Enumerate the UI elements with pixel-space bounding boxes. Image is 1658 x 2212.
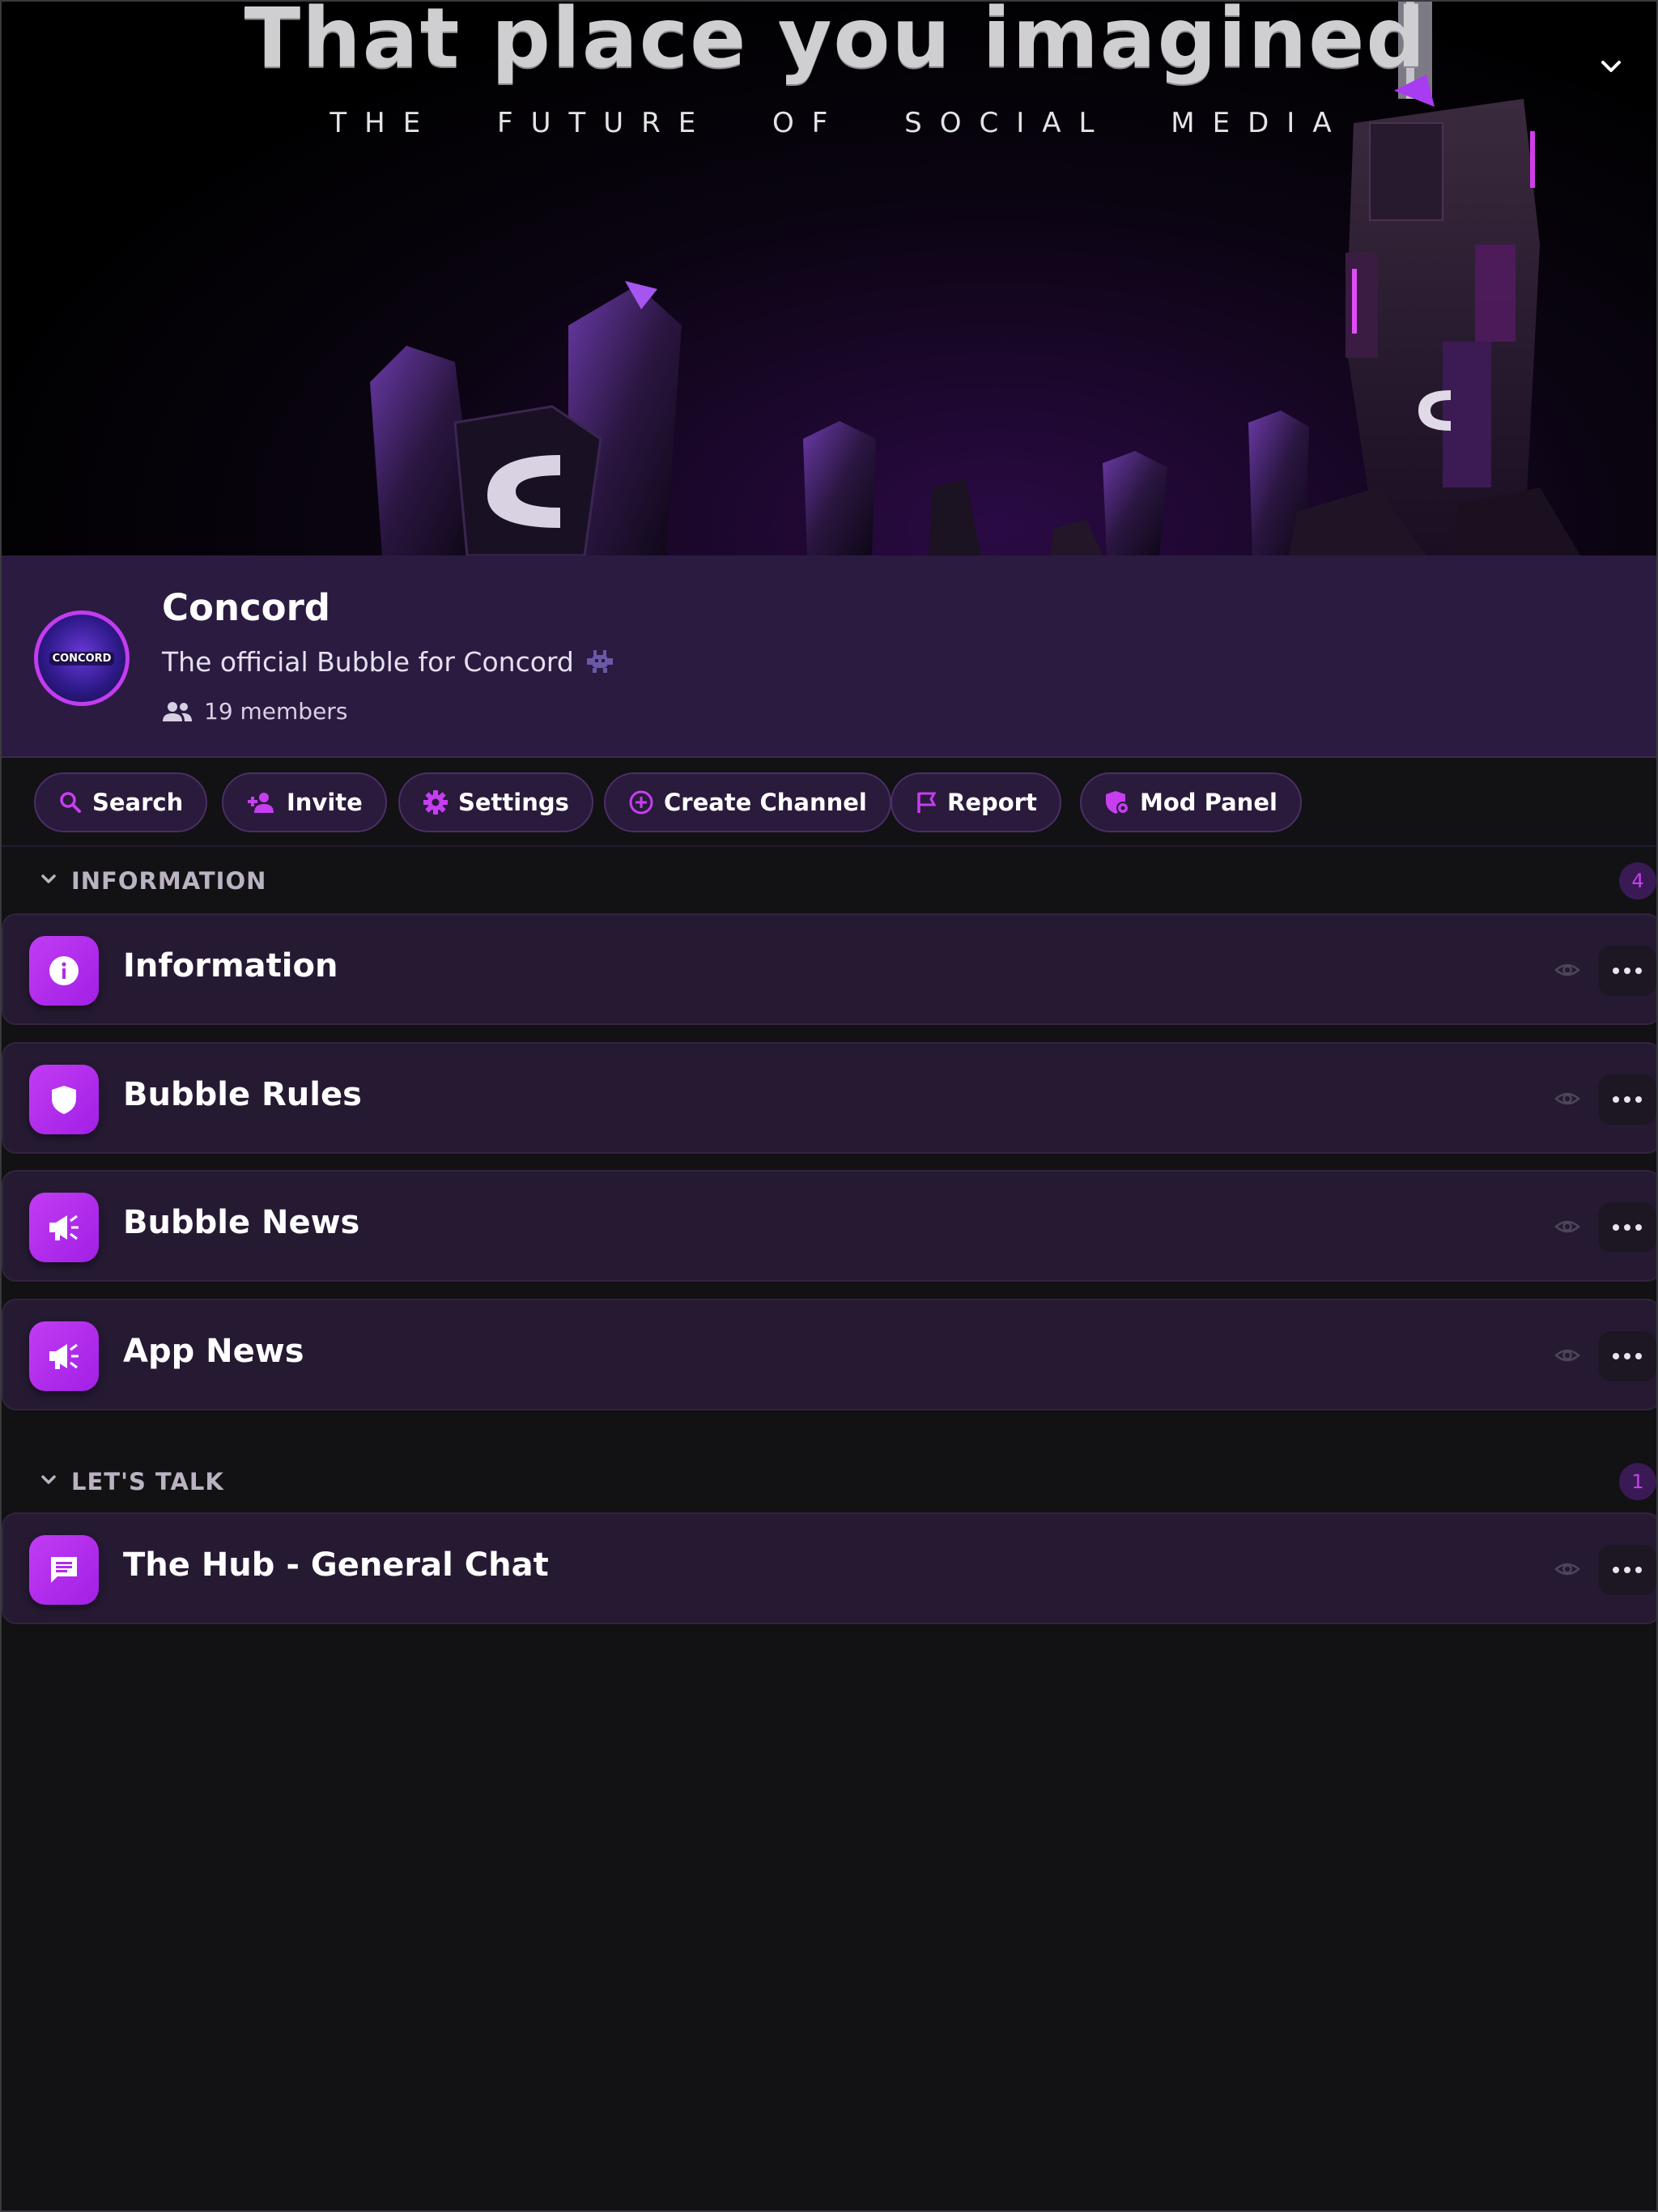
section-title: LET'S TALK [71,1468,224,1495]
more-dot [1635,968,1642,974]
more-options-button[interactable] [1598,1074,1656,1125]
mod-panel-button[interactable]: Mod Panel [1080,772,1302,832]
more-dot [1624,1353,1630,1359]
eye-icon[interactable] [1554,1559,1580,1579]
banner-title: That place you imagined [244,2,1427,87]
bubble-description-row: The official Bubble for Concord [162,646,614,678]
section-header-information[interactable]: INFORMATION 4 [2,857,1656,905]
more-options-button[interactable] [1598,1331,1656,1381]
channel-icon [29,1321,99,1391]
search-button-label: Search [92,789,184,816]
banner-subtitle: THE FUTURE OF SOCIAL MEDIA [329,107,1350,139]
bubble-description: The official Bubble for Concord [162,646,574,678]
settings-button-label: Settings [458,789,569,816]
bubble-header: CONCORD Concord The official Bubble for … [2,555,1656,758]
more-dot [1613,1096,1619,1103]
channel-icon [29,1193,99,1262]
bubble-avatar[interactable]: CONCORD [34,610,130,706]
chevron-down-icon [1601,61,1621,72]
gear-icon [423,790,448,815]
megaphone-icon [49,1214,79,1240]
banner: That place you imagined THE FUTURE OF SO… [2,2,1656,555]
alien-icon [586,649,613,673]
eye-icon[interactable] [1554,1217,1580,1236]
eye-icon[interactable] [1554,960,1580,980]
bubble-page: That place you imagined THE FUTURE OF SO… [0,0,1658,2212]
settings-button[interactable]: Settings [398,772,593,832]
more-dot [1635,1096,1642,1103]
channel-information[interactable]: Information [2,913,1656,1025]
mod-panel-button-label: Mod Panel [1140,789,1278,816]
channel-app-news[interactable]: App News [2,1299,1656,1410]
bubble-name: Concord [162,586,330,629]
megaphone-icon [49,1343,79,1369]
create-channel-button-label: Create Channel [664,789,867,816]
invite-button-label: Invite [287,789,363,816]
channel-bubble-rules[interactable]: Bubble Rules [2,1042,1656,1154]
more-dot [1624,968,1630,974]
avatar-label: CONCORD [49,651,115,666]
report-button[interactable]: Report [891,772,1061,832]
chat-icon [51,1557,77,1583]
search-icon [60,792,81,813]
plus-circle-icon [629,790,653,815]
invite-button[interactable]: Invite [222,772,387,832]
channel-name: Bubble News [123,1204,360,1241]
more-dot [1613,1353,1619,1359]
more-dot [1635,1567,1642,1573]
more-options-button[interactable] [1598,1202,1656,1253]
section-title: INFORMATION [71,867,267,895]
channel-name: Information [123,947,338,985]
channel-name: Bubble Rules [123,1076,362,1113]
more-dot [1624,1096,1630,1103]
collapse-banner-button[interactable] [1592,50,1630,83]
shield-icon [52,1086,76,1114]
add-user-icon [248,793,274,813]
more-dot [1635,1224,1642,1231]
more-options-button[interactable] [1598,946,1656,996]
more-dot [1635,1353,1642,1359]
channel-icon [29,936,99,1006]
section-header-lets-talk[interactable]: LET'S TALK 1 [2,1457,1656,1506]
search-button[interactable]: Search [34,772,208,832]
more-options-button[interactable] [1598,1545,1656,1595]
action-bar: Search Invite Settings Create Channel Re… [2,758,1656,847]
more-dot [1613,968,1619,974]
chevron-down-icon [41,874,56,883]
members-icon [163,701,192,721]
more-dot [1613,1567,1619,1573]
channel-bubble-news[interactable]: Bubble News [2,1170,1656,1282]
member-count-row: 19 members [162,698,347,725]
eye-icon[interactable] [1554,1346,1580,1365]
more-dot [1624,1567,1630,1573]
chevron-down-icon [41,1475,56,1484]
more-dot [1613,1224,1619,1231]
report-button-label: Report [947,789,1037,816]
eye-icon[interactable] [1554,1089,1580,1108]
member-count: 19 members [204,698,348,725]
info-icon [49,956,79,985]
channel-name: App News [123,1333,304,1370]
channel-name: The Hub - General Chat [123,1546,549,1584]
channel-count-badge: 1 [1619,1463,1656,1500]
channel-the-hub[interactable]: The Hub - General Chat [2,1512,1656,1624]
create-channel-button[interactable]: Create Channel [604,772,891,832]
flag-icon [917,792,937,813]
channel-icon [29,1535,99,1605]
more-dot [1624,1224,1630,1231]
channel-icon [29,1065,99,1134]
shield-icon [1106,791,1129,815]
channel-count-badge: 4 [1619,862,1656,900]
